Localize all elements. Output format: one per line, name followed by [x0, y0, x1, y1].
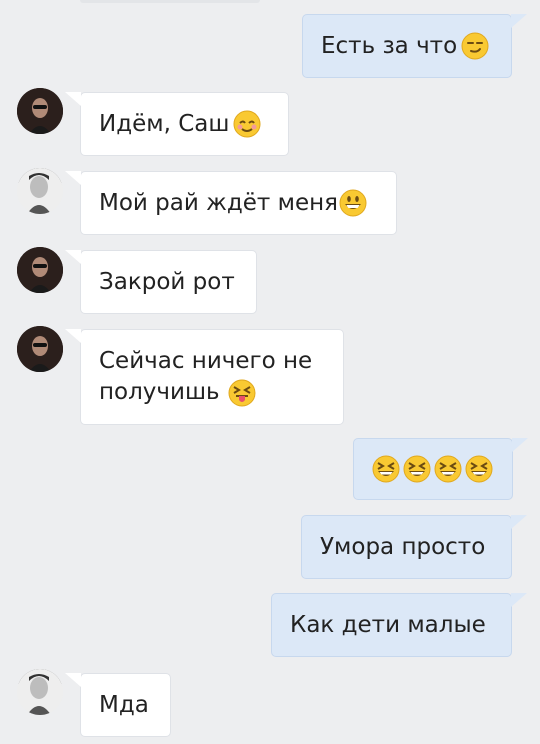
message-text: Мой рай ждёт меня	[99, 189, 338, 216]
message-text: Есть за что	[321, 32, 458, 59]
message-bubble[interactable]: Как дети малые	[271, 593, 512, 657]
message-bubble[interactable]: Сейчас ничего не получишь	[80, 329, 344, 425]
bubble-tail	[65, 92, 81, 106]
message-bubble[interactable]	[353, 438, 513, 500]
bubble-tail	[511, 593, 527, 607]
message-bubble[interactable]: Закрой рот	[80, 250, 257, 314]
bubble-tail	[511, 14, 527, 28]
laughing-face-icon	[465, 455, 493, 483]
avatar[interactable]	[17, 88, 63, 134]
message-text: Мда	[99, 691, 149, 718]
previous-bubble-edge	[80, 0, 260, 3]
squinting-tongue-face-icon	[228, 379, 256, 407]
bubble-tail	[65, 329, 81, 343]
message-text: Закрой рот	[99, 268, 235, 295]
bubble-tail	[512, 438, 528, 452]
message-text: Умора просто	[320, 533, 486, 560]
message-bubble[interactable]: Мда	[80, 673, 171, 737]
avatar[interactable]	[17, 247, 63, 293]
message-bubble[interactable]: Есть за что	[302, 14, 512, 78]
laughing-face-icon	[372, 455, 400, 483]
message-text: Идём, Саш	[99, 110, 230, 137]
relieved-face-icon	[233, 110, 261, 138]
bubble-tail	[65, 250, 81, 264]
message-text-line: Сейчас ничего не	[99, 348, 313, 374]
message-bubble[interactable]: Идём, Саш	[80, 92, 289, 156]
message-text-line: получишь	[99, 379, 220, 405]
avatar[interactable]	[17, 326, 63, 372]
bubble-tail	[65, 673, 81, 687]
bubble-tail	[511, 515, 527, 529]
laughing-face-icon	[403, 455, 431, 483]
emoji-row	[372, 455, 493, 483]
avatar[interactable]	[17, 168, 63, 214]
avatar[interactable]	[17, 669, 63, 715]
smirk-face-icon	[461, 32, 489, 60]
message-bubble[interactable]: Мой рай ждёт меня	[80, 171, 397, 235]
message-text: Как дети малые	[290, 611, 486, 638]
message-bubble[interactable]: Умора просто	[301, 515, 512, 579]
bubble-tail	[65, 171, 81, 185]
laughing-face-icon	[434, 455, 462, 483]
grinning-face-icon	[339, 189, 367, 217]
